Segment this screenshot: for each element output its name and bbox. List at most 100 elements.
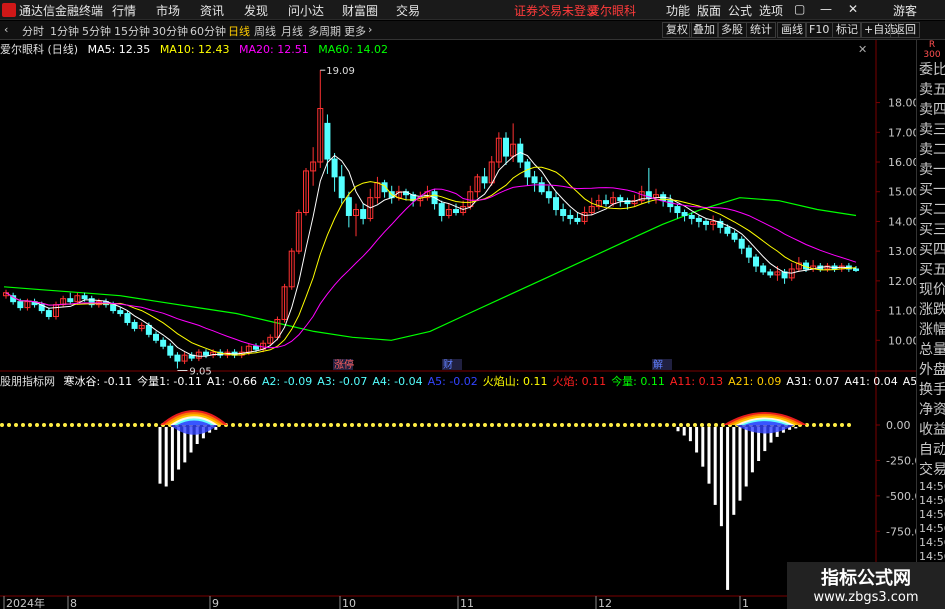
- close-chart-icon[interactable]: ✕: [858, 43, 867, 56]
- zero-dot: [679, 423, 683, 427]
- panel-item[interactable]: 14:56: [917, 522, 945, 536]
- panel-item[interactable]: 买五: [917, 260, 945, 280]
- zero-dot: [546, 423, 550, 427]
- menu-item-trade[interactable]: 交易: [396, 2, 420, 19]
- menu-item-ask[interactable]: 问小达: [288, 2, 324, 19]
- panel-item[interactable]: 14:56: [917, 480, 945, 494]
- restore-icon[interactable]: ▢: [794, 2, 805, 16]
- date-label: 8: [70, 597, 77, 609]
- menu-item-function[interactable]: 功能: [666, 2, 690, 19]
- zero-dot: [329, 423, 333, 427]
- zero-dot: [427, 423, 431, 427]
- candle-body: [145, 324, 152, 335]
- date-label: 1: [742, 597, 749, 609]
- panel-item[interactable]: 卖一: [917, 160, 945, 180]
- panel-item[interactable]: 卖二: [917, 140, 945, 160]
- panel-item[interactable]: 卖五: [917, 80, 945, 100]
- panel-item[interactable]: 交易: [917, 460, 945, 480]
- chevron-right-icon[interactable]: ›: [368, 23, 372, 36]
- panel-item[interactable]: 自动: [917, 440, 945, 460]
- panel-item[interactable]: 换手: [917, 380, 945, 400]
- period-30min[interactable]: 30分钟: [152, 23, 188, 39]
- period-1min[interactable]: 1分钟: [50, 23, 79, 39]
- candle-body: [324, 122, 331, 160]
- overlay-button[interactable]: 叠加: [689, 22, 719, 38]
- sub-bar: [177, 427, 181, 470]
- panel-item[interactable]: 卖三: [917, 120, 945, 140]
- date-label: 2024年: [6, 596, 45, 609]
- period-15min[interactable]: 15分钟: [114, 23, 150, 39]
- sub-bar: [214, 427, 218, 430]
- zero-dot: [322, 423, 326, 427]
- menu-item-layout[interactable]: 版面: [697, 2, 721, 19]
- period-5min[interactable]: 5分钟: [82, 23, 111, 39]
- panel-item[interactable]: 买二: [917, 200, 945, 220]
- multi-stock-button[interactable]: 多股: [717, 22, 747, 38]
- kline-chart[interactable]: 18.00 17.00 16.00 15.00 14.00 13.00 12.00 11.00…: [0, 40, 916, 609]
- zero-dot: [413, 423, 417, 427]
- period-more[interactable]: 更多: [344, 23, 366, 39]
- panel-item[interactable]: 外盘: [917, 360, 945, 380]
- date-axis: 2024年 8 9 10 11 12 1: [3, 596, 749, 609]
- candle-body: [560, 209, 567, 216]
- f10-button[interactable]: F10: [805, 22, 834, 38]
- minimize-icon[interactable]: —: [820, 2, 832, 16]
- draw-button[interactable]: 画线: [777, 22, 807, 38]
- sub-bar: [170, 427, 174, 481]
- menu-item-formula[interactable]: 公式: [728, 2, 752, 19]
- trade-login-notice[interactable]: 证券交易未登录: [514, 2, 598, 19]
- panel-item[interactable]: 14:56: [917, 494, 945, 508]
- period-toolbar: ‹ 分时 1分钟 5分钟 15分钟 30分钟 60分钟 日线 周线 月线 多周期…: [0, 21, 945, 40]
- panel-item[interactable]: 涨跌: [917, 300, 945, 320]
- menu-item-market[interactable]: 市场: [156, 2, 180, 19]
- panel-item[interactable]: 买三: [917, 220, 945, 240]
- zero-dot: [700, 423, 704, 427]
- panel-item[interactable]: 买一: [917, 180, 945, 200]
- menu-item-options[interactable]: 选项: [759, 2, 783, 19]
- zero-dot: [28, 423, 32, 427]
- period-multi[interactable]: 多周期: [308, 23, 341, 39]
- period-60min[interactable]: 60分钟: [190, 23, 226, 39]
- candle-body: [553, 197, 559, 211]
- menu-item-discover[interactable]: 发现: [244, 2, 268, 19]
- panel-item[interactable]: 14:56: [917, 536, 945, 550]
- period-daily[interactable]: 日线: [228, 23, 250, 39]
- menu-item-wealth[interactable]: 财富圈: [342, 2, 378, 19]
- sub-legend-item: A5: -0.02: [427, 375, 478, 388]
- sub-legend-item: A31: 0.07: [786, 375, 840, 388]
- period-intraday[interactable]: 分时: [22, 23, 44, 39]
- panel-item[interactable]: 买四: [917, 240, 945, 260]
- sub-bar: [158, 427, 162, 484]
- back-button[interactable]: 返回: [890, 22, 920, 38]
- zero-dot: [637, 423, 641, 427]
- stats-button[interactable]: 统计: [746, 22, 776, 38]
- zero-dot: [7, 423, 11, 427]
- panel-item[interactable]: 净资: [917, 400, 945, 420]
- panel-item[interactable]: 14:56: [917, 508, 945, 522]
- mark-button[interactable]: 标记: [832, 22, 862, 38]
- zero-dot: [497, 423, 501, 427]
- candle-body: [667, 200, 674, 208]
- panel-item[interactable]: 委比: [917, 60, 945, 80]
- panel-item[interactable]: 总量: [917, 340, 945, 360]
- watermark-url: www.zbgs3.com: [813, 590, 919, 605]
- menu-item-quotes[interactable]: 行情: [112, 2, 136, 19]
- user-label[interactable]: 游客: [893, 2, 917, 19]
- panel-item[interactable]: 卖四: [917, 100, 945, 120]
- price-tick-label: 14.00: [888, 215, 916, 228]
- period-weekly[interactable]: 周线: [254, 23, 276, 39]
- zero-dot: [532, 423, 536, 427]
- zero-dot: [707, 423, 711, 427]
- panel-item[interactable]: 现价: [917, 280, 945, 300]
- menu-item-news[interactable]: 资讯: [200, 2, 224, 19]
- close-icon[interactable]: ✕: [848, 2, 858, 16]
- ma10-value: MA10: 12.43: [159, 43, 230, 56]
- candle-body: [724, 226, 731, 234]
- period-monthly[interactable]: 月线: [281, 23, 303, 39]
- adjust-button[interactable]: 复权: [662, 22, 692, 38]
- zero-dot: [504, 423, 508, 427]
- candle-body: [545, 191, 552, 199]
- panel-item[interactable]: 收益: [917, 420, 945, 440]
- chevron-left-icon[interactable]: ‹: [4, 23, 8, 36]
- panel-item[interactable]: 涨幅: [917, 320, 945, 340]
